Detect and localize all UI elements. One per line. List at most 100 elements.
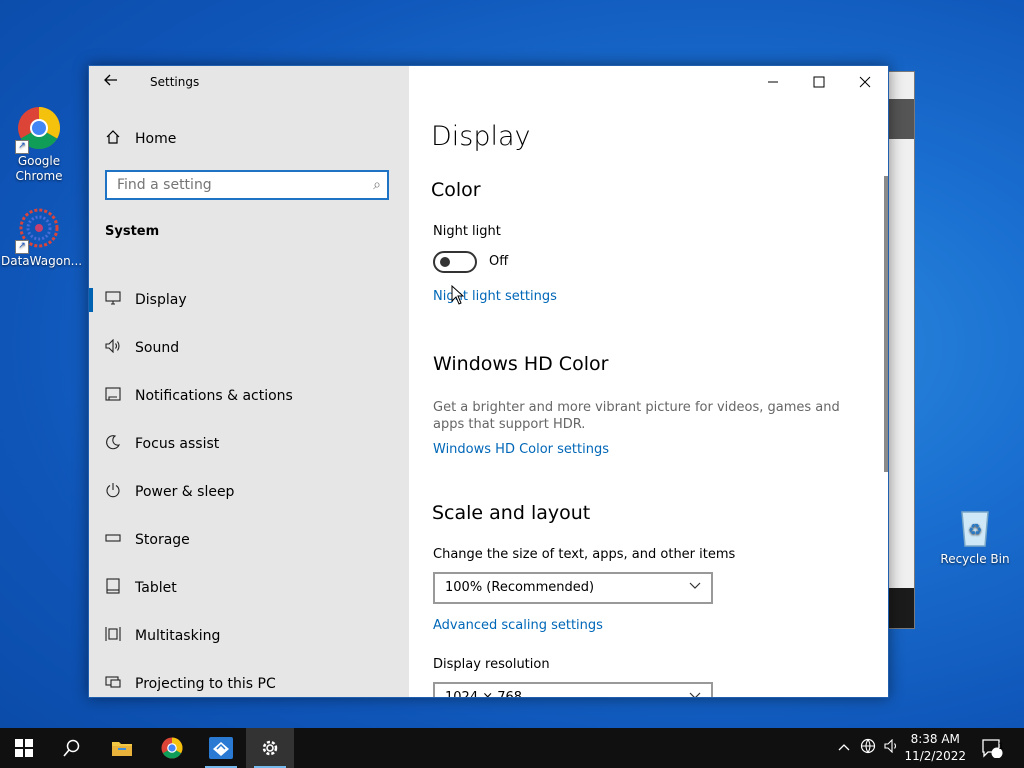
action-center-button[interactable]: 1 xyxy=(968,728,1016,768)
nav-item-label: Power & sleep xyxy=(135,484,235,500)
chrome-icon: ↗ xyxy=(15,106,61,154)
svg-text:♻: ♻ xyxy=(968,520,982,539)
taskbar-app[interactable] xyxy=(197,728,245,768)
nav-list: Display Sound Notifications & actions Fo… xyxy=(89,276,409,697)
home-icon xyxy=(105,129,121,149)
settings-nav-pane: Settings Home ⌕ System Display Sound No xyxy=(89,66,409,697)
settings-window: Settings Home ⌕ System Display Sound No xyxy=(88,65,889,698)
scale-label: Change the size of text, apps, and other… xyxy=(433,547,736,562)
app-icon xyxy=(209,737,233,759)
clock-date: 11/2/2022 xyxy=(904,749,966,763)
scale-dropdown[interactable]: 100% (Recommended) xyxy=(433,572,713,604)
shortcut-arrow-icon: ↗ xyxy=(15,140,29,154)
network-icon[interactable] xyxy=(860,738,876,758)
notification-count: 1 xyxy=(998,742,1004,752)
resolution-dropdown[interactable]: 1024 × 768 xyxy=(433,682,713,698)
nav-item-label: Focus assist xyxy=(135,436,220,452)
taskbar-settings[interactable] xyxy=(246,728,294,768)
nav-item-focus-assist[interactable]: Focus assist xyxy=(89,420,409,468)
projecting-icon xyxy=(105,675,121,693)
desktop-icon-chrome[interactable]: ↗ Google Chrome xyxy=(1,106,77,184)
night-light-label: Night light xyxy=(433,224,501,239)
hd-color-heading: Windows HD Color xyxy=(433,353,609,375)
file-explorer-icon xyxy=(112,742,132,756)
moon-icon xyxy=(105,434,121,454)
resolution-label: Display resolution xyxy=(433,657,550,672)
desktop-icon-label: Google Chrome xyxy=(15,154,63,183)
section-label: System xyxy=(105,224,160,239)
night-light-state: Off xyxy=(489,254,509,269)
back-arrow-icon xyxy=(104,74,117,86)
color-heading: Color xyxy=(431,179,481,201)
search-input[interactable] xyxy=(107,172,367,198)
home-link[interactable]: Home xyxy=(105,129,176,149)
shortcut-arrow-icon: ↗ xyxy=(15,240,29,254)
nav-item-label: Display xyxy=(135,292,187,308)
chevron-down-icon xyxy=(689,579,701,594)
multitasking-icon xyxy=(105,626,121,646)
search-icon xyxy=(63,739,80,757)
taskbar-file-explorer[interactable] xyxy=(98,728,146,768)
nav-item-power-sleep[interactable]: Power & sleep xyxy=(89,468,409,516)
close-icon xyxy=(859,76,871,88)
speaker-icon xyxy=(105,338,121,357)
desktop-icon-recycle-bin[interactable]: ♻ Recycle Bin xyxy=(937,504,1013,567)
taskbar: 8:38 AM 11/2/2022 1 xyxy=(0,728,1024,768)
minimize-button[interactable] xyxy=(750,66,796,98)
nav-item-label: Tablet xyxy=(135,580,177,596)
desktop-icon-label: DataWagon... xyxy=(1,254,83,268)
monitor-icon xyxy=(105,291,121,309)
tablet-icon xyxy=(105,578,121,598)
nav-item-notifications[interactable]: Notifications & actions xyxy=(89,372,409,420)
hd-color-settings-link[interactable]: Windows HD Color settings xyxy=(433,442,609,457)
chrome-icon xyxy=(161,737,183,759)
hd-color-description: Get a brighter and more vibrant picture … xyxy=(433,400,840,432)
advanced-scaling-link[interactable]: Advanced scaling settings xyxy=(433,618,603,633)
content-scrollbar[interactable] xyxy=(884,176,888,472)
scale-value: 100% (Recommended) xyxy=(445,580,595,595)
settings-content-pane: Display Color Night light Off Night ligh… xyxy=(409,66,888,697)
minimize-icon xyxy=(768,81,778,83)
nav-item-label: Notifications & actions xyxy=(135,388,293,404)
search-box[interactable]: ⌕ xyxy=(105,170,389,200)
settings-icon xyxy=(262,740,278,756)
datawagon-icon: ↗ xyxy=(15,206,61,254)
home-label: Home xyxy=(135,131,177,147)
volume-icon[interactable] xyxy=(884,738,900,757)
page-title: Display xyxy=(431,121,531,152)
system-tray xyxy=(838,728,900,768)
start-button[interactable] xyxy=(0,728,48,768)
maximize-icon xyxy=(813,76,825,88)
resolution-value: 1024 × 768 xyxy=(445,690,523,698)
desktop-icon-datawagon[interactable]: ↗ DataWagon... xyxy=(1,206,83,269)
nav-item-label: Sound xyxy=(135,340,180,356)
nav-item-label: Multitasking xyxy=(135,628,221,644)
scale-layout-heading: Scale and layout xyxy=(432,502,591,524)
night-light-toggle[interactable] xyxy=(433,251,477,273)
start-icon xyxy=(15,739,33,757)
nav-item-multitasking[interactable]: Multitasking xyxy=(89,612,409,660)
search-icon: ⌕ xyxy=(373,177,381,193)
window-title: Settings xyxy=(150,75,200,89)
chevron-up-icon[interactable] xyxy=(838,741,850,756)
nav-item-projecting[interactable]: Projecting to this PC xyxy=(89,660,409,697)
notification-icon xyxy=(105,387,121,405)
taskbar-search-button[interactable] xyxy=(48,728,96,768)
maximize-button[interactable] xyxy=(796,66,842,98)
toggle-knob xyxy=(440,257,450,267)
nav-item-sound[interactable]: Sound xyxy=(89,324,409,372)
nav-item-label: Projecting to this PC xyxy=(135,676,276,692)
clock-time: 8:38 AM xyxy=(910,732,960,746)
chevron-down-icon xyxy=(689,689,701,697)
nav-item-tablet[interactable]: Tablet xyxy=(89,564,409,612)
back-button[interactable] xyxy=(103,72,123,92)
clock[interactable]: 8:38 AM 11/2/2022 xyxy=(904,731,966,765)
taskbar-chrome[interactable] xyxy=(148,728,196,768)
power-icon xyxy=(105,482,121,502)
nav-item-display[interactable]: Display xyxy=(89,276,409,324)
close-button[interactable] xyxy=(842,66,888,98)
nav-item-label: Storage xyxy=(135,532,190,548)
nav-item-storage[interactable]: Storage xyxy=(89,516,409,564)
storage-icon xyxy=(105,532,121,548)
desktop-icon-label: Recycle Bin xyxy=(940,552,1010,566)
